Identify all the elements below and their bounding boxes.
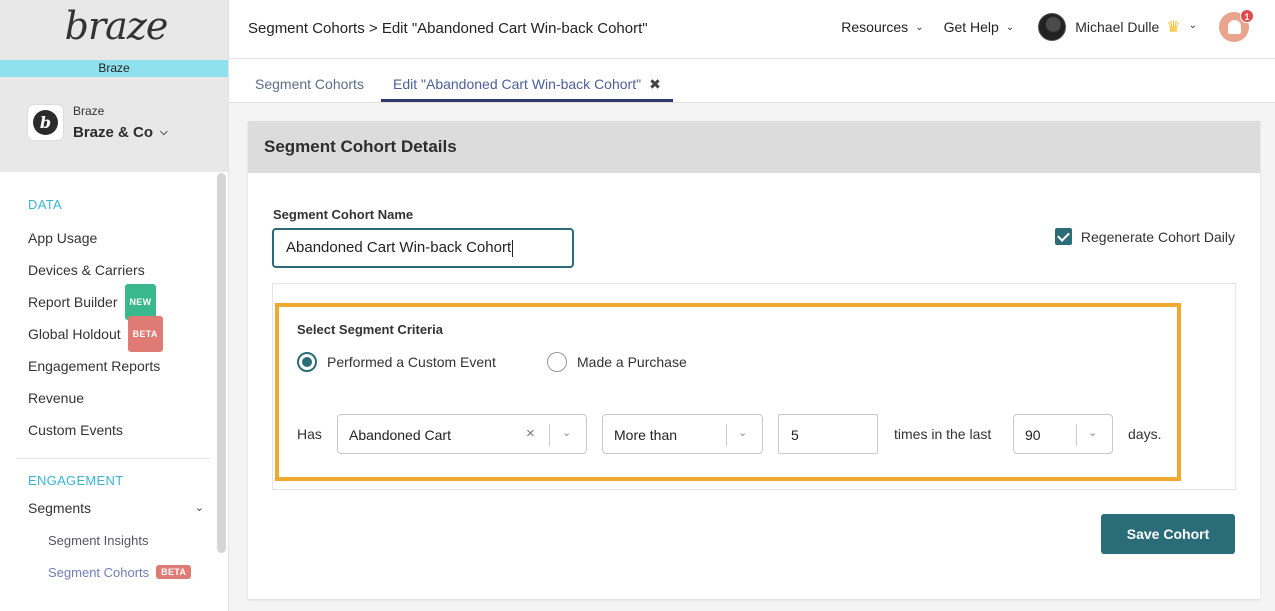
sidebar-item-segment-insights[interactable]: Segment Insights bbox=[0, 524, 228, 556]
sidebar-item-app-usage[interactable]: App Usage bbox=[0, 222, 228, 254]
sidebar-item-segment-cohorts[interactable]: Segment Cohorts BETA bbox=[0, 556, 228, 588]
company-name: Braze & Co bbox=[73, 124, 154, 141]
top-bar: Segment Cohorts > Edit "Abandoned Cart W… bbox=[229, 0, 1275, 59]
text-caret bbox=[512, 239, 514, 257]
new-badge: NEW bbox=[124, 284, 157, 320]
company-label: Braze bbox=[73, 104, 105, 118]
comparison-select[interactable]: More than ⌄ bbox=[602, 414, 763, 454]
days-select[interactable]: 90 ⌄ bbox=[1013, 414, 1113, 454]
notifications-button[interactable]: 1 bbox=[1219, 9, 1254, 42]
tab-edit-cohort[interactable]: Edit "Abandoned Cart Win-back Cohort" ✖ bbox=[381, 59, 673, 102]
crown-icon: ♛ bbox=[1166, 19, 1181, 36]
tab-bar: Segment Cohorts Edit "Abandoned Cart Win… bbox=[229, 59, 1275, 103]
chevron-down-icon: ⌄ bbox=[1088, 427, 1098, 439]
regenerate-daily-checkbox[interactable]: Regenerate Cohort Daily bbox=[1054, 228, 1235, 245]
sidebar-item-custom-events[interactable]: Custom Events bbox=[0, 414, 228, 446]
sidebar-item-devices-carriers[interactable]: Devices & Carriers bbox=[0, 254, 228, 286]
radio-unselected-icon[interactable] bbox=[547, 352, 567, 372]
notification-count: 1 bbox=[1240, 9, 1254, 23]
sidebar-item-report-builder[interactable]: Report Builder NEW bbox=[0, 284, 228, 320]
beta-badge: BETA bbox=[156, 565, 192, 579]
checkbox-checked-icon[interactable] bbox=[1054, 228, 1072, 245]
days-label: days. bbox=[1128, 426, 1162, 442]
chevron-down-icon: ⌄ bbox=[562, 427, 572, 439]
tab-segment-cohorts[interactable]: Segment Cohorts bbox=[255, 59, 364, 103]
times-label: times in the last bbox=[894, 426, 992, 442]
chevron-down-icon: ⌄ bbox=[1188, 19, 1197, 31]
company-switcher[interactable]: b Braze Braze & Co ⌵ bbox=[0, 77, 228, 172]
user-menu[interactable]: Michael Dulle ♛ ⌄ bbox=[1038, 13, 1197, 41]
sidebar-nav: DATA App Usage Devices & Carriers Report… bbox=[0, 173, 228, 611]
company-banner: Braze bbox=[0, 60, 228, 77]
cohort-name-label: Segment Cohort Name bbox=[273, 207, 414, 222]
chevron-down-icon: ⌄ bbox=[915, 21, 924, 33]
resources-menu[interactable]: Resources ⌄ bbox=[841, 19, 923, 35]
nav-divider bbox=[16, 458, 210, 459]
chevron-down-icon: ⌄ bbox=[194, 502, 204, 514]
chevron-down-icon: ⌵ bbox=[160, 127, 168, 138]
sidebar-item-segments[interactable]: Segments ⌄ bbox=[0, 492, 228, 524]
criteria-title: Select Segment Criteria bbox=[297, 322, 443, 337]
sidebar-item-global-holdout[interactable]: Global Holdout BETA bbox=[0, 316, 228, 352]
save-cohort-button[interactable]: Save Cohort bbox=[1101, 514, 1235, 554]
clear-icon[interactable]: × bbox=[526, 425, 535, 442]
cohort-details-card: Segment Cohort Details Segment Cohort Na… bbox=[248, 121, 1260, 599]
has-label: Has bbox=[297, 426, 322, 442]
chevron-down-icon: ⌄ bbox=[1005, 21, 1015, 33]
logo-area: braze bbox=[0, 0, 228, 60]
company-icon: b bbox=[28, 105, 63, 140]
radio-selected-icon[interactable] bbox=[297, 352, 317, 372]
beta-badge: BETA bbox=[127, 316, 163, 352]
sidebar-item-revenue[interactable]: Revenue bbox=[0, 382, 228, 414]
close-icon[interactable]: ✖ bbox=[649, 76, 661, 92]
cohort-name-input[interactable]: Abandoned Cart Win-back Cohort bbox=[272, 228, 574, 268]
nav-section-engagement: ENGAGEMENT bbox=[28, 473, 124, 488]
braze-logo[interactable]: braze bbox=[65, 4, 169, 48]
sidebar-item-engagement-reports[interactable]: Engagement Reports bbox=[0, 350, 228, 382]
count-input[interactable]: 5 bbox=[778, 414, 878, 454]
sidebar: braze Braze b Braze Braze & Co ⌵ DATA App… bbox=[0, 0, 229, 611]
user-name: Michael Dulle bbox=[1075, 19, 1160, 35]
nav-section-data: DATA bbox=[28, 197, 62, 212]
bell-icon bbox=[1227, 20, 1241, 34]
get-help-menu[interactable]: Get Help ⌄ bbox=[944, 19, 1015, 35]
radio-custom-event[interactable]: Performed a Custom Event bbox=[297, 352, 496, 372]
chevron-down-icon: ⌄ bbox=[738, 427, 748, 439]
radio-made-purchase[interactable]: Made a Purchase bbox=[547, 352, 687, 372]
event-select[interactable]: Abandoned Cart × ⌄ bbox=[337, 414, 587, 454]
card-title: Segment Cohort Details bbox=[248, 121, 1260, 173]
breadcrumb: Segment Cohorts > Edit "Abandoned Cart W… bbox=[248, 20, 648, 37]
avatar bbox=[1038, 13, 1067, 41]
